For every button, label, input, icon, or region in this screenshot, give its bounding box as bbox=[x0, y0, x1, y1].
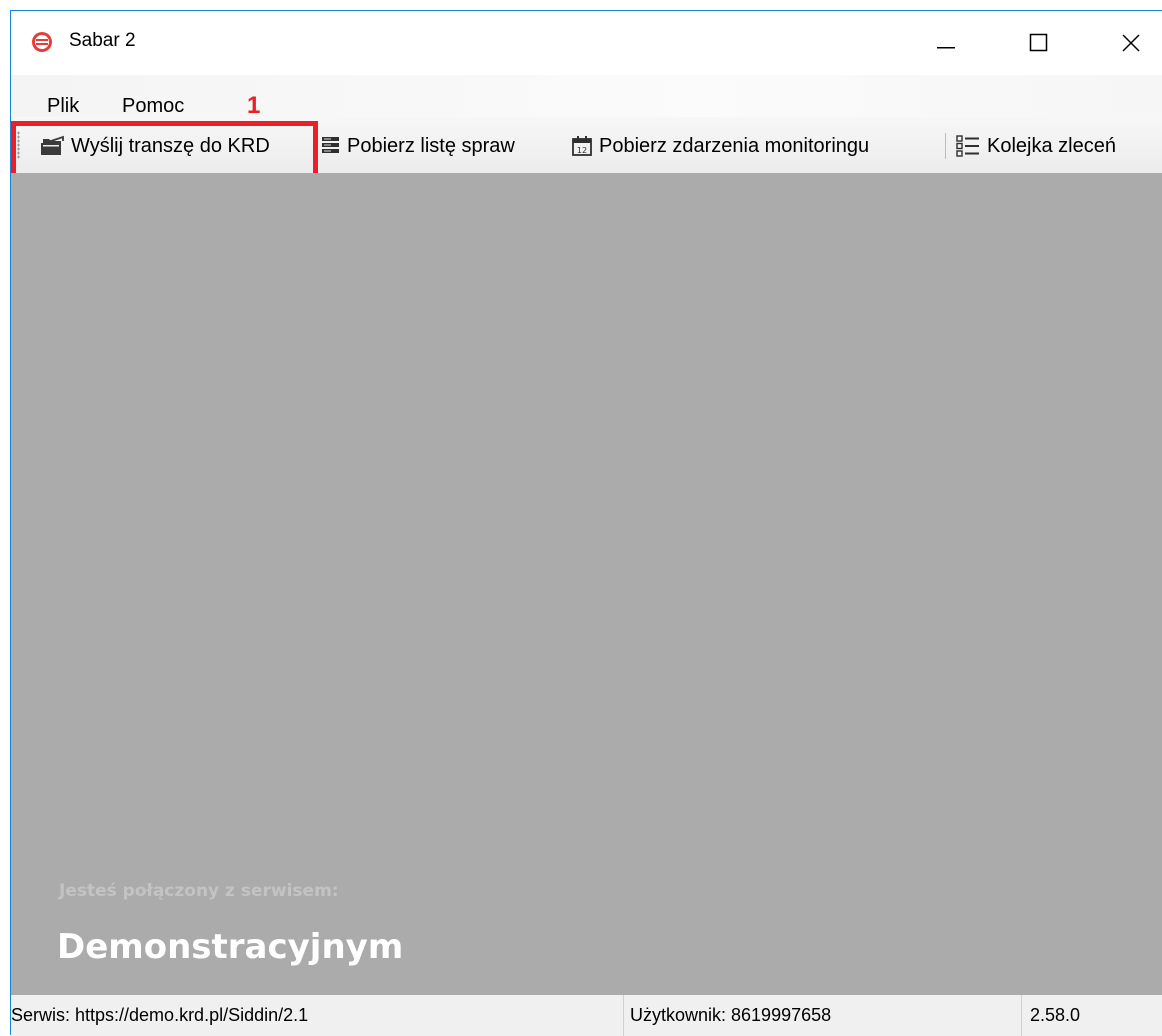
svg-text:12: 12 bbox=[577, 146, 587, 155]
calendar-icon: 12 bbox=[571, 135, 593, 157]
annotation-highlight-box bbox=[11, 121, 318, 178]
window-title: Sabar 2 bbox=[69, 30, 136, 51]
queue-list-icon bbox=[955, 134, 981, 158]
close-button[interactable] bbox=[1101, 11, 1161, 75]
menu-item-plik[interactable]: Plik bbox=[47, 95, 79, 118]
minimize-button[interactable] bbox=[916, 11, 976, 75]
menu-bar: Plik Pomoc 1 bbox=[11, 75, 1162, 119]
main-content-area: Jesteś połączony z serwisem: Demonstracy… bbox=[11, 173, 1162, 995]
status-version: 2.58.0 bbox=[1021, 995, 1160, 1036]
get-monitoring-events-label: Pobierz zdarzenia monitoringu bbox=[599, 134, 870, 157]
order-queue-label: Kolejka zleceń bbox=[987, 134, 1116, 157]
app-window: Sabar 2 Plik Pomoc 1 Wyślij transzę do K… bbox=[10, 10, 1162, 1036]
list-stack-icon bbox=[321, 135, 341, 157]
title-bar[interactable]: Sabar 2 bbox=[11, 11, 1162, 75]
get-monitoring-events-button[interactable]: 12 Pobierz zdarzenia monitoringu bbox=[571, 131, 869, 161]
order-queue-button[interactable]: Kolejka zleceń bbox=[955, 131, 1116, 161]
sabar-logo-icon bbox=[31, 31, 53, 53]
status-bar: Serwis: https://demo.krd.pl/Siddin/2.1 U… bbox=[11, 995, 1162, 1036]
connection-label: Jesteś połączony z serwisem: bbox=[59, 881, 339, 901]
get-cases-button[interactable]: Pobierz listę spraw bbox=[321, 131, 515, 161]
get-cases-label: Pobierz listę spraw bbox=[347, 134, 515, 157]
connected-service-name: Demonstracyjnym bbox=[57, 927, 404, 967]
status-service-url: Serwis: https://demo.krd.pl/Siddin/2.1 bbox=[11, 1005, 309, 1025]
toolbar-separator bbox=[945, 133, 946, 159]
maximize-icon bbox=[1029, 33, 1048, 52]
maximize-button[interactable] bbox=[1009, 11, 1069, 75]
close-icon bbox=[1122, 34, 1140, 52]
status-user: Użytkownik: 8619997658 bbox=[623, 995, 1025, 1036]
menu-item-pomoc[interactable]: Pomoc bbox=[122, 95, 184, 118]
minimize-icon bbox=[937, 47, 955, 49]
annotation-number: 1 bbox=[247, 92, 261, 119]
